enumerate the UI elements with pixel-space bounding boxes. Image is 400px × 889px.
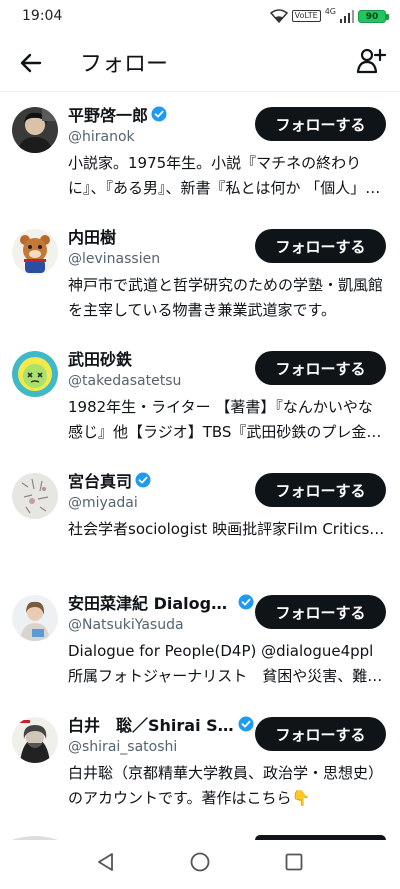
user-handle: @NatsukiYasuda xyxy=(68,617,184,633)
follow-button[interactable]: フォローする xyxy=(255,351,386,385)
user-bio: 社会学者sociologist 映画批評家Film Critics… xyxy=(68,520,385,538)
nav-home-button[interactable] xyxy=(189,851,211,873)
avatar[interactable] xyxy=(12,229,58,275)
user-name-line: 内田樹 xyxy=(68,225,116,247)
user-handle: @hiranok xyxy=(68,129,135,145)
wifi-icon xyxy=(269,9,288,23)
status-bar: 19:04 VoLTE 4G 90 xyxy=(0,0,400,32)
user-handle: @shirai_satoshi xyxy=(68,739,178,755)
follow-button[interactable]: フォローする xyxy=(255,717,386,751)
user-row[interactable]: 宮台真司 @miyadai 社会学者sociologist 映画批評家Film … xyxy=(0,459,400,581)
user-name-line: 安田菜津紀 Dialogue for People xyxy=(68,591,254,613)
user-name[interactable]: 武田砂鉄 xyxy=(68,346,132,370)
avatar[interactable] xyxy=(12,595,58,641)
nav-back-button[interactable] xyxy=(95,851,117,873)
user-bio: 1982年生・ライター 【著書】『なんかいやな感じ』他【ラジオ】TBS『武田砂鉄… xyxy=(68,398,382,441)
user-name-line: 武田砂鉄 xyxy=(68,347,132,369)
user-row[interactable]: 白井 聡／Shirai Satoshi @shirai_satoshi 白井聡（… xyxy=(0,703,400,825)
triangle-back-icon xyxy=(98,853,113,871)
user-row[interactable]: 平野啓一郎 @hiranok 小説家。1975年生。小説『マチネの終わりに』、『… xyxy=(0,93,400,215)
user-handle: @takedasatetsu xyxy=(68,373,182,389)
add-user-button[interactable] xyxy=(356,46,387,76)
user-bio: 神戸市で武道と哲学研究のための学塾・凱風館を主宰している物書き兼業武道家です。 xyxy=(68,276,384,319)
user-name[interactable]: 白井 聡／Shirai Satoshi xyxy=(68,712,235,736)
user-handle: @levinassien xyxy=(68,251,161,267)
user-bio: 小説家。1975年生。小説『マチネの終わりに』、『ある男』、新書『私とは何か 「… xyxy=(68,154,381,197)
next-row-peek xyxy=(12,835,386,840)
user-name[interactable]: 平野啓一郎 xyxy=(68,102,148,126)
user-row[interactable]: 安田菜津紀 Dialogue for People @NatsukiYasuda… xyxy=(0,581,400,703)
user-name-line: 宮台真司 xyxy=(68,469,151,491)
follow-button[interactable]: フォローする xyxy=(255,595,386,629)
battery-icon: 90 xyxy=(358,9,389,23)
nav-recents-button[interactable] xyxy=(283,851,305,873)
user-name[interactable]: 安田菜津紀 Dialogue for People xyxy=(68,590,235,614)
avatar[interactable] xyxy=(12,107,58,153)
user-row[interactable]: 内田樹 @levinassien 神戸市で武道と哲学研究のための学塾・凱風館を主… xyxy=(0,215,400,337)
person-add-icon xyxy=(356,48,387,74)
back-button[interactable] xyxy=(18,50,44,76)
volte-badge: VoLTE xyxy=(291,10,321,22)
status-time: 19:04 xyxy=(22,8,63,24)
follow-button[interactable]: フォローする xyxy=(255,107,386,141)
verified-badge-icon xyxy=(135,472,151,488)
user-bio: Dialogue for People(D4P) @dialogue4ppl 所… xyxy=(68,642,383,685)
verified-badge-icon xyxy=(151,106,167,122)
arrow-left-icon xyxy=(20,53,42,73)
avatar[interactable] xyxy=(12,351,58,397)
battery-level: 90 xyxy=(365,11,379,22)
signal-icon xyxy=(340,9,354,23)
page-title: フォロー xyxy=(80,52,169,77)
avatar[interactable] xyxy=(12,717,58,763)
user-name[interactable]: 内田樹 xyxy=(68,224,116,248)
verified-badge-icon xyxy=(238,716,254,732)
user-name-line: 白井 聡／Shirai Satoshi xyxy=(68,713,254,735)
avatar[interactable] xyxy=(12,473,58,519)
follow-button[interactable]: フォローする xyxy=(255,229,386,263)
user-name[interactable]: 宮台真司 xyxy=(68,468,132,492)
network-label: 4G xyxy=(324,6,336,16)
user-name-line: 平野啓一郎 xyxy=(68,103,167,125)
app-header: フォロー xyxy=(0,32,400,92)
circle-home-icon xyxy=(190,852,210,872)
status-icons: VoLTE 4G 90 xyxy=(269,6,389,24)
system-nav-bar xyxy=(0,834,400,889)
user-bio: 白井聡（京都精華大学教員、政治学・思想史）のアカウントです。著作はこちら👇 xyxy=(68,764,384,807)
user-handle: @miyadai xyxy=(68,495,138,511)
user-row[interactable]: 武田砂鉄 @takedasatetsu 1982年生・ライター 【著書】『なんか… xyxy=(0,337,400,459)
follow-button[interactable]: フォローする xyxy=(255,473,386,507)
verified-badge-icon xyxy=(238,594,254,610)
square-recents-icon xyxy=(285,853,303,871)
